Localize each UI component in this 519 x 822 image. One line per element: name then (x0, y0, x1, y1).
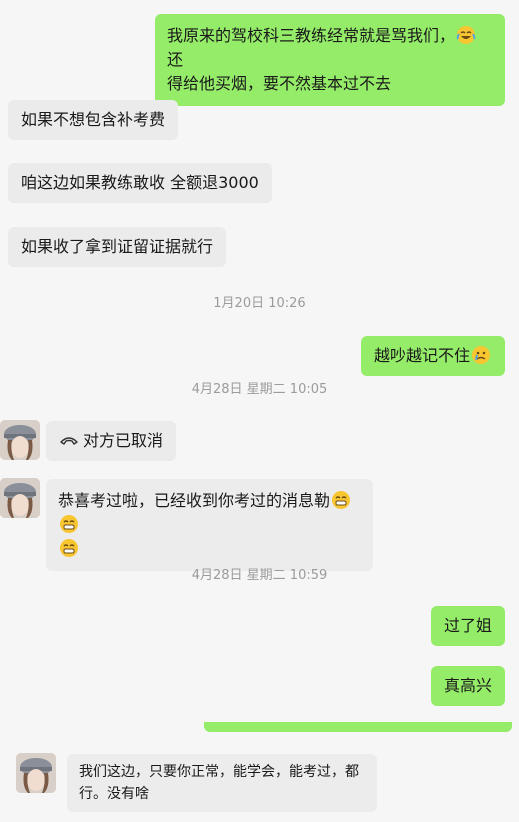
message-text: 恭喜考过啦，已经收到你考过的消息勒 (58, 491, 331, 510)
avatar-image (0, 420, 40, 460)
grinning-face-icon (60, 515, 78, 533)
message-text-tail: 还 (167, 50, 184, 69)
message-text: 真高兴 (443, 676, 492, 695)
phone-hangup-icon (60, 437, 78, 445)
outgoing-message-bubble[interactable]: 越吵越记不住 (360, 336, 505, 376)
avatar-image (16, 753, 56, 793)
message-text: 我们这边，只要你正常，能学会，能考过，都 (79, 764, 359, 780)
call-cancelled-bubble[interactable]: 对方已取消 (46, 421, 177, 461)
outgoing-message-bubble[interactable]: 真高兴 (430, 666, 505, 706)
outgoing-message-bubble[interactable]: 我原来的驾校科三教练经常就是骂我们， 还 得给他买烟，要不然基本过不去 (155, 14, 505, 106)
outgoing-message-edge (204, 722, 512, 732)
grinning-face-icon (332, 491, 351, 509)
outgoing-message-bubble[interactable]: 过了姐 (430, 606, 505, 646)
timestamp: 1月20日 10:26 (213, 296, 306, 311)
message-text: 咱这边如果教练敢收 全额退3000 (21, 173, 259, 192)
incoming-message-bubble[interactable]: 恭喜考过啦，已经收到你考过的消息勒 (46, 479, 373, 571)
incoming-message-bubble[interactable]: 咱这边如果教练敢收 全额退3000 (8, 163, 272, 203)
incoming-message-bubble[interactable]: 我们这边，只要你正常，能学会，能考过，都 行。没有啥 (67, 754, 377, 812)
message-text: 对方已取消 (83, 431, 164, 450)
message-text-line2: 行。没有啥 (79, 786, 149, 802)
avatar[interactable] (0, 478, 40, 518)
avatar[interactable] (16, 753, 56, 793)
message-text: 如果收了拿到证留证据就行 (21, 237, 214, 256)
timestamp: 4月28日 星期二 10:59 (191, 568, 328, 583)
message-text: 过了姐 (443, 616, 492, 635)
message-text-line2: 得给他买烟，要不然基本过不去 (167, 74, 392, 93)
timestamp: 4月28日 星期二 10:05 (191, 382, 328, 397)
crying-face-icon (472, 346, 490, 364)
message-text: 越吵越记不住 (373, 346, 470, 365)
message-text: 我原来的驾校科三教练经常就是骂我们， (167, 26, 456, 45)
incoming-message-bubble[interactable]: 如果不想包含补考费 (8, 100, 179, 140)
grinning-face-icon (60, 539, 78, 557)
avatar[interactable] (0, 420, 40, 460)
message-text: 如果不想包含补考费 (21, 110, 166, 129)
face-with-tears-of-joy-icon (456, 26, 476, 44)
incoming-message-bubble[interactable]: 如果收了拿到证留证据就行 (8, 227, 227, 267)
avatar-image (0, 478, 40, 518)
